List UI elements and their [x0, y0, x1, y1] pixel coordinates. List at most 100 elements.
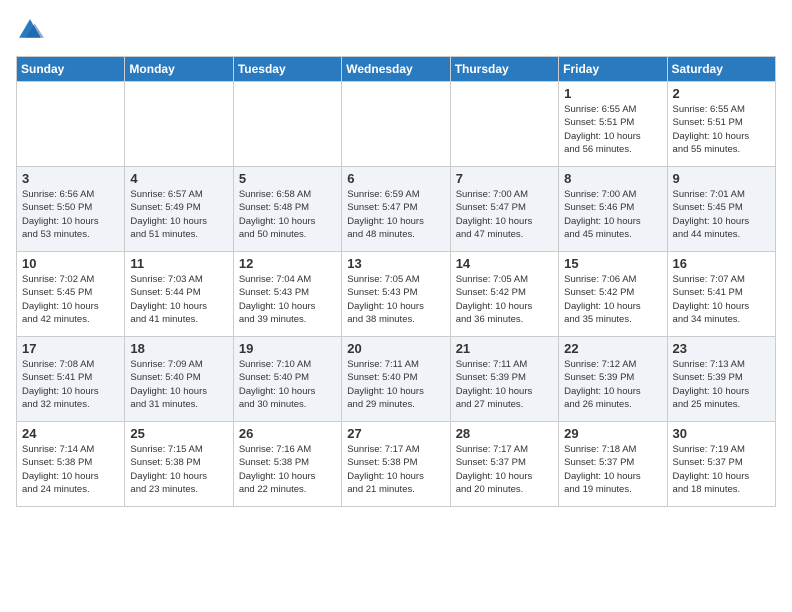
calendar-cell: 21Sunrise: 7:11 AM Sunset: 5:39 PM Dayli… — [450, 337, 558, 422]
calendar-cell: 14Sunrise: 7:05 AM Sunset: 5:42 PM Dayli… — [450, 252, 558, 337]
day-info: Sunrise: 7:09 AM Sunset: 5:40 PM Dayligh… — [130, 358, 227, 411]
day-header-sunday: Sunday — [17, 57, 125, 82]
page-header — [16, 16, 776, 44]
day-number: 26 — [239, 426, 336, 441]
day-number: 8 — [564, 171, 661, 186]
day-number: 28 — [456, 426, 553, 441]
calendar-cell: 19 Sunrise: 7:10 AM Sunset: 5:40 PM Dayli… — [233, 337, 341, 422]
day-header-friday: Friday — [559, 57, 667, 82]
calendar-cell: 4 Sunrise: 6:57 AM Sunset: 5:49 PM Daylig… — [125, 167, 233, 252]
day-info: Sunrise: 7:10 AM Sunset: 5:40 PM Dayligh… — [239, 358, 336, 411]
day-header-wednesday: Wednesday — [342, 57, 450, 82]
day-number: 16 — [673, 256, 770, 271]
day-info: Sunrise: 7:04 AM Sunset: 5:43 PM Dayligh… — [239, 273, 336, 326]
calendar-week-row: 17 Sunrise: 7:08 AM Sunset: 5:41 PM Dayli… — [17, 337, 776, 422]
day-info: Sunrise: 7:19 AM Sunset: 5:37 PM Dayligh… — [673, 443, 770, 496]
calendar-week-row: 10 Sunrise: 7:02 AM Sunset: 5:45 PM Dayli… — [17, 252, 776, 337]
day-number: 3 — [22, 171, 119, 186]
day-number: 24 — [22, 426, 119, 441]
day-info: Sunrise: 7:06 AM Sunset: 5:42 PM Dayligh… — [564, 273, 661, 326]
calendar-cell: 1 Sunrise: 6:55 AM Sunset: 5:51 PM Daylig… — [559, 82, 667, 167]
day-number: 19 — [239, 341, 336, 356]
calendar-cell: 8 Sunrise: 7:00 AM Sunset: 5:46 PM Daylig… — [559, 167, 667, 252]
calendar-cell: 7 Sunrise: 7:00 AM Sunset: 5:47 PM Daylig… — [450, 167, 558, 252]
calendar-cell: 6 Sunrise: 6:59 AM Sunset: 5:47 PM Daylig… — [342, 167, 450, 252]
day-number: 10 — [22, 256, 119, 271]
day-info: Sunrise: 7:00 AM Sunset: 5:46 PM Dayligh… — [564, 188, 661, 241]
day-info: Sunrise: 7:17 AM Sunset: 5:37 PM Dayligh… — [456, 443, 553, 496]
calendar-cell: 18Sunrise: 7:09 AM Sunset: 5:40 PM Dayli… — [125, 337, 233, 422]
calendar-cell: 24 Sunrise: 7:14 AM Sunset: 5:38 PM Dayli… — [17, 422, 125, 507]
day-info: Sunrise: 7:08 AM Sunset: 5:41 PM Dayligh… — [22, 358, 119, 411]
day-header-thursday: Thursday — [450, 57, 558, 82]
day-number: 29 — [564, 426, 661, 441]
day-header-monday: Monday — [125, 57, 233, 82]
day-number: 14 — [456, 256, 553, 271]
calendar-cell: 12 Sunrise: 7:04 AM Sunset: 5:43 PM Dayli… — [233, 252, 341, 337]
day-number: 9 — [673, 171, 770, 186]
calendar-cell: 15 Sunrise: 7:06 AM Sunset: 5:42 PM Dayli… — [559, 252, 667, 337]
day-number: 23 — [673, 341, 770, 356]
day-info: Sunrise: 7:05 AM Sunset: 5:43 PM Dayligh… — [347, 273, 444, 326]
day-number: 17 — [22, 341, 119, 356]
day-number: 12 — [239, 256, 336, 271]
day-info: Sunrise: 6:55 AM Sunset: 5:51 PM Dayligh… — [673, 103, 770, 156]
day-info: Sunrise: 7:01 AM Sunset: 5:45 PM Dayligh… — [673, 188, 770, 241]
day-number: 13 — [347, 256, 444, 271]
calendar-cell: 20 Sunrise: 7:11 AM Sunset: 5:40 PM Dayli… — [342, 337, 450, 422]
calendar-cell: 26 Sunrise: 7:16 AM Sunset: 5:38 PM Dayli… — [233, 422, 341, 507]
calendar-cell: 17 Sunrise: 7:08 AM Sunset: 5:41 PM Dayli… — [17, 337, 125, 422]
calendar-week-row: 3 Sunrise: 6:56 AM Sunset: 5:50 PM Daylig… — [17, 167, 776, 252]
calendar-cell: 10 Sunrise: 7:02 AM Sunset: 5:45 PM Dayli… — [17, 252, 125, 337]
day-number: 20 — [347, 341, 444, 356]
day-number: 4 — [130, 171, 227, 186]
day-info: Sunrise: 7:13 AM Sunset: 5:39 PM Dayligh… — [673, 358, 770, 411]
day-info: Sunrise: 6:59 AM Sunset: 5:47 PM Dayligh… — [347, 188, 444, 241]
calendar-cell: 28 Sunrise: 7:17 AM Sunset: 5:37 PM Dayli… — [450, 422, 558, 507]
day-info: Sunrise: 6:55 AM Sunset: 5:51 PM Dayligh… — [564, 103, 661, 156]
calendar-header-row: SundayMondayTuesdayWednesdayThursdayFrid… — [17, 57, 776, 82]
calendar-cell: 3 Sunrise: 6:56 AM Sunset: 5:50 PM Daylig… — [17, 167, 125, 252]
day-info: Sunrise: 6:56 AM Sunset: 5:50 PM Dayligh… — [22, 188, 119, 241]
day-info: Sunrise: 6:57 AM Sunset: 5:49 PM Dayligh… — [130, 188, 227, 241]
calendar-cell: 2 Sunrise: 6:55 AM Sunset: 5:51 PM Daylig… — [667, 82, 775, 167]
day-number: 30 — [673, 426, 770, 441]
calendar-cell: 30 Sunrise: 7:19 AM Sunset: 5:37 PM Dayli… — [667, 422, 775, 507]
calendar-cell: 29 Sunrise: 7:18 AM Sunset: 5:37 PM Dayli… — [559, 422, 667, 507]
day-info: Sunrise: 7:03 AM Sunset: 5:44 PM Dayligh… — [130, 273, 227, 326]
calendar-cell — [450, 82, 558, 167]
calendar-cell: 11Sunrise: 7:03 AM Sunset: 5:44 PM Dayli… — [125, 252, 233, 337]
calendar-cell — [17, 82, 125, 167]
calendar: SundayMondayTuesdayWednesdayThursdayFrid… — [16, 56, 776, 507]
day-number: 27 — [347, 426, 444, 441]
day-number: 1 — [564, 86, 661, 101]
day-info: Sunrise: 7:15 AM Sunset: 5:38 PM Dayligh… — [130, 443, 227, 496]
calendar-cell: 25Sunrise: 7:15 AM Sunset: 5:38 PM Dayli… — [125, 422, 233, 507]
calendar-week-row: 1 Sunrise: 6:55 AM Sunset: 5:51 PM Daylig… — [17, 82, 776, 167]
calendar-cell: 16Sunrise: 7:07 AM Sunset: 5:41 PM Dayli… — [667, 252, 775, 337]
day-info: Sunrise: 7:12 AM Sunset: 5:39 PM Dayligh… — [564, 358, 661, 411]
day-info: Sunrise: 7:14 AM Sunset: 5:38 PM Dayligh… — [22, 443, 119, 496]
day-info: Sunrise: 7:00 AM Sunset: 5:47 PM Dayligh… — [456, 188, 553, 241]
day-number: 7 — [456, 171, 553, 186]
day-header-tuesday: Tuesday — [233, 57, 341, 82]
calendar-cell: 5Sunrise: 6:58 AM Sunset: 5:48 PM Daylig… — [233, 167, 341, 252]
day-number: 6 — [347, 171, 444, 186]
calendar-cell — [342, 82, 450, 167]
day-number: 21 — [456, 341, 553, 356]
day-number: 15 — [564, 256, 661, 271]
day-info: Sunrise: 7:17 AM Sunset: 5:38 PM Dayligh… — [347, 443, 444, 496]
day-info: Sunrise: 7:18 AM Sunset: 5:37 PM Dayligh… — [564, 443, 661, 496]
calendar-cell — [125, 82, 233, 167]
day-info: Sunrise: 7:16 AM Sunset: 5:38 PM Dayligh… — [239, 443, 336, 496]
calendar-cell: 23 Sunrise: 7:13 AM Sunset: 5:39 PM Dayli… — [667, 337, 775, 422]
calendar-cell: 22 Sunrise: 7:12 AM Sunset: 5:39 PM Dayli… — [559, 337, 667, 422]
day-info: Sunrise: 7:02 AM Sunset: 5:45 PM Dayligh… — [22, 273, 119, 326]
calendar-cell: 27 Sunrise: 7:17 AM Sunset: 5:38 PM Dayli… — [342, 422, 450, 507]
day-info: Sunrise: 7:11 AM Sunset: 5:40 PM Dayligh… — [347, 358, 444, 411]
logo — [16, 16, 48, 44]
calendar-cell: 13 Sunrise: 7:05 AM Sunset: 5:43 PM Dayli… — [342, 252, 450, 337]
day-number: 2 — [673, 86, 770, 101]
calendar-cell — [233, 82, 341, 167]
day-number: 22 — [564, 341, 661, 356]
